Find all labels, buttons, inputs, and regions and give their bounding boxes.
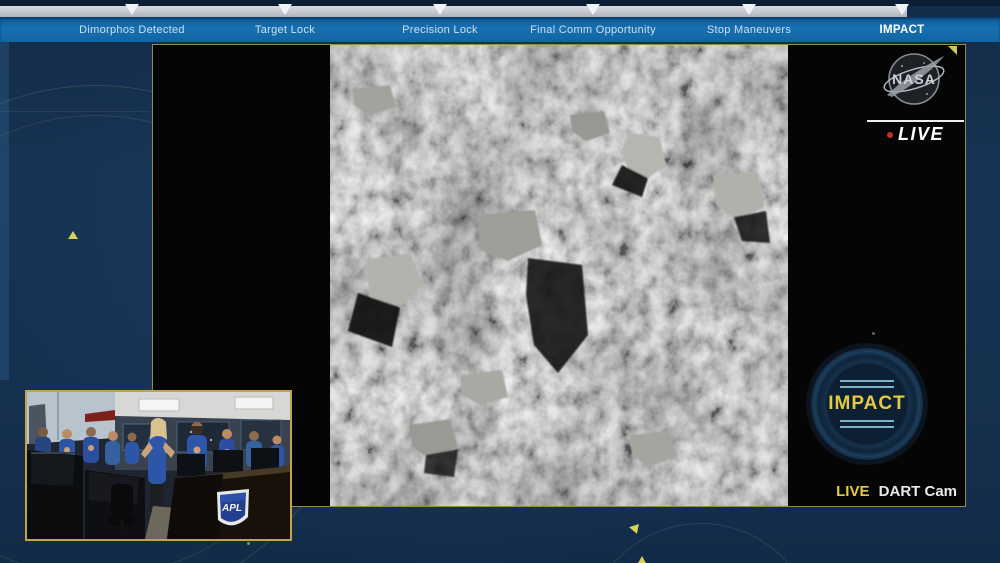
triangle-marker-icon: [628, 522, 639, 534]
asteroid-surface-image: [330, 45, 788, 506]
apl-logo: APL: [217, 489, 249, 526]
decorative-dot: [872, 332, 875, 335]
stage-marker-icon: [742, 4, 756, 15]
mission-control-room-image: APL: [27, 392, 290, 539]
decorative-dot: [247, 542, 250, 545]
broadcast-screen: Dimorphos Detected Target Lock Precision…: [0, 0, 1000, 563]
stage-label-impact: IMPACT: [879, 24, 925, 36]
stage-label-target-lock: Target Lock: [254, 24, 316, 36]
stage-marker-icon: [586, 4, 600, 15]
live-label: LIVE: [897, 124, 944, 144]
background-arc: [585, 523, 817, 563]
live-divider-line: [867, 120, 964, 122]
stage-marker-icon: [433, 4, 447, 15]
triangle-marker-icon: [637, 556, 647, 563]
caption-live-label: LIVE: [836, 483, 870, 500]
nasa-logo-icon: NASA: [883, 53, 945, 105]
caption-camera-label: DART Cam: [878, 483, 957, 500]
impact-status-badge: IMPACT: [811, 348, 923, 460]
live-dot-icon: [886, 131, 893, 138]
badge-line-icon: [840, 380, 894, 382]
badge-line-icon: [840, 386, 894, 388]
badge-line-icon: [840, 426, 894, 428]
nasa-wordmark: NASA: [892, 71, 936, 87]
live-indicator: LIVE: [867, 124, 964, 145]
stage-marker-icon: [895, 4, 909, 15]
badge-line-icon: [840, 420, 894, 422]
stage-marker-icon: [278, 4, 292, 15]
camera-caption: LIVE DART Cam: [836, 483, 957, 500]
background-line: [0, 111, 150, 112]
stage-label-final-comm-opportunity: Final Comm Opportunity: [530, 24, 656, 36]
impact-badge-label: IMPACT: [828, 393, 906, 414]
stage-marker-icon: [125, 4, 139, 15]
mission-control-pip: APL: [25, 390, 292, 541]
background-glow: [0, 40, 9, 380]
triangle-marker-icon: [68, 231, 78, 239]
frame-corner-triangle-icon: [948, 46, 957, 55]
apl-wordmark: APL: [221, 503, 242, 514]
